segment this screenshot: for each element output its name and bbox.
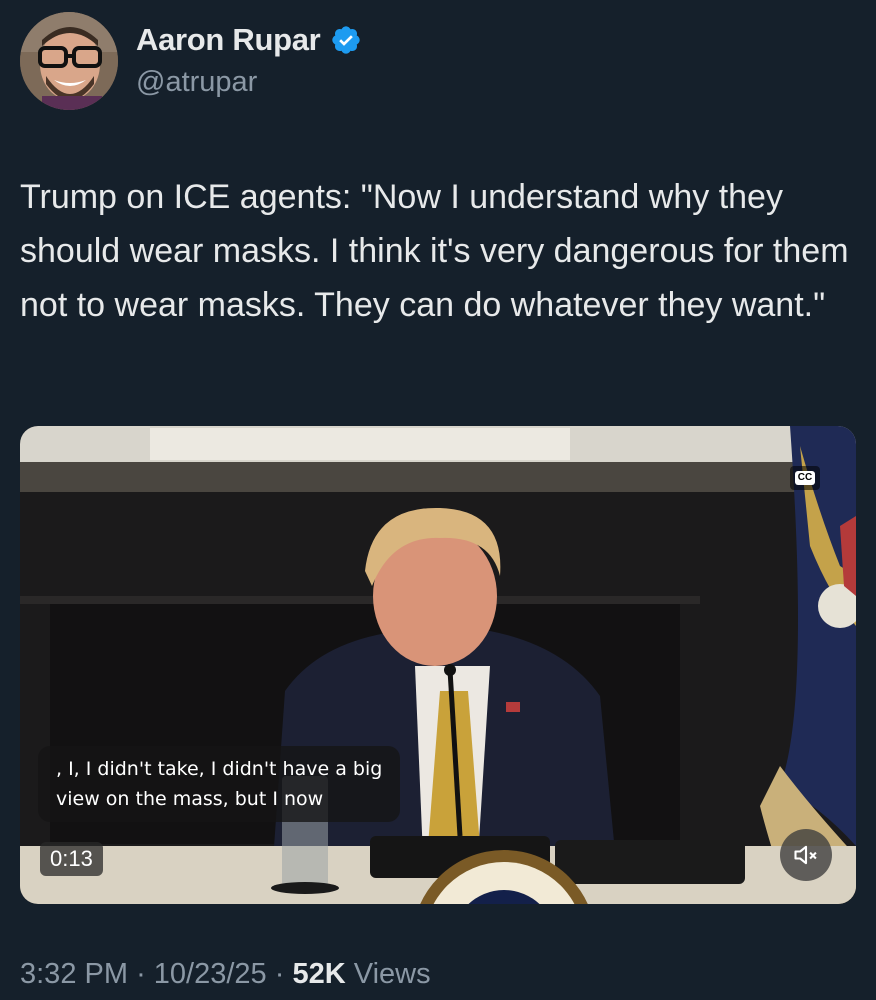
- mute-button[interactable]: [780, 829, 832, 881]
- caption-line-2: view on the mass, but I now: [56, 788, 324, 810]
- meta-separator: ·: [274, 958, 285, 990]
- author-display-name[interactable]: Aaron Rupar: [136, 22, 321, 58]
- video-elapsed-time: 0:13: [40, 842, 103, 876]
- avatar-photo: [20, 12, 118, 110]
- views-count: 52K: [292, 958, 346, 990]
- author-name-row: Aaron Rupar: [136, 22, 362, 58]
- verified-badge-icon: [332, 26, 361, 54]
- tweet-meta: 3:32 PM · 10/23/25 · 52K Views: [20, 958, 431, 991]
- caption-line-1: , I, I didn't take, I didn't have a big: [56, 758, 383, 780]
- tweet-time[interactable]: 3:32 PM: [20, 958, 128, 990]
- video-frame: [20, 426, 856, 904]
- video-player[interactable]: CC , I, I didn't take, I didn't have a b…: [20, 426, 856, 904]
- meta-separator: ·: [136, 958, 146, 990]
- views-label: Views: [353, 958, 431, 990]
- video-caption: , I, I didn't take, I didn't have a big …: [38, 746, 401, 822]
- closed-captions-button[interactable]: CC: [790, 466, 820, 490]
- tweet-date[interactable]: 10/23/25: [154, 958, 267, 990]
- speaker-muted-icon: [794, 845, 817, 865]
- author-handle[interactable]: @atrupar: [136, 66, 257, 99]
- cc-icon: CC: [794, 471, 816, 485]
- tweet: Aaron Rupar @atrupar Trump on ICE agents…: [0, 0, 876, 1000]
- tweet-text: Trump on ICE agents: "Now I understand w…: [20, 178, 849, 324]
- avatar[interactable]: [20, 12, 118, 110]
